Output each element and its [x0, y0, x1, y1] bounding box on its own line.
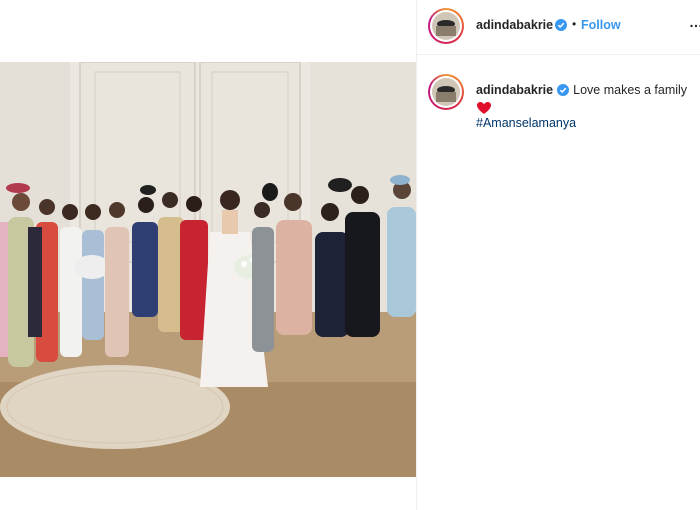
caption-hashtag-link[interactable]: #Amanselamanya — [476, 115, 696, 132]
header-username[interactable]: adindabakrie — [476, 18, 553, 32]
post-media-pane — [0, 0, 416, 510]
heart-emoji-icon — [477, 102, 491, 114]
follow-button[interactable]: Follow — [581, 18, 621, 32]
caption-avatar[interactable] — [428, 74, 464, 110]
separator-dot: • — [572, 17, 577, 31]
caption-verified-badge-icon — [557, 84, 570, 96]
caption-body: Love makes a family — [573, 83, 688, 97]
caption-text-block: adindabakrie Love makes a family #Amansel… — [476, 82, 696, 132]
avatar[interactable] — [428, 8, 464, 44]
post-details-pane: adindabakrie • Follow … adindabakrie Love… — [417, 0, 700, 510]
verified-badge-icon — [555, 19, 567, 31]
more-options-icon[interactable]: … — [689, 14, 700, 30]
avatar-image — [432, 12, 460, 40]
caption-avatar-image — [432, 78, 460, 106]
wedding-group-photo — [0, 62, 416, 477]
post-header: adindabakrie • Follow … — [417, 0, 700, 55]
caption-username[interactable]: adindabakrie — [476, 83, 553, 97]
post-photo[interactable] — [0, 62, 416, 477]
